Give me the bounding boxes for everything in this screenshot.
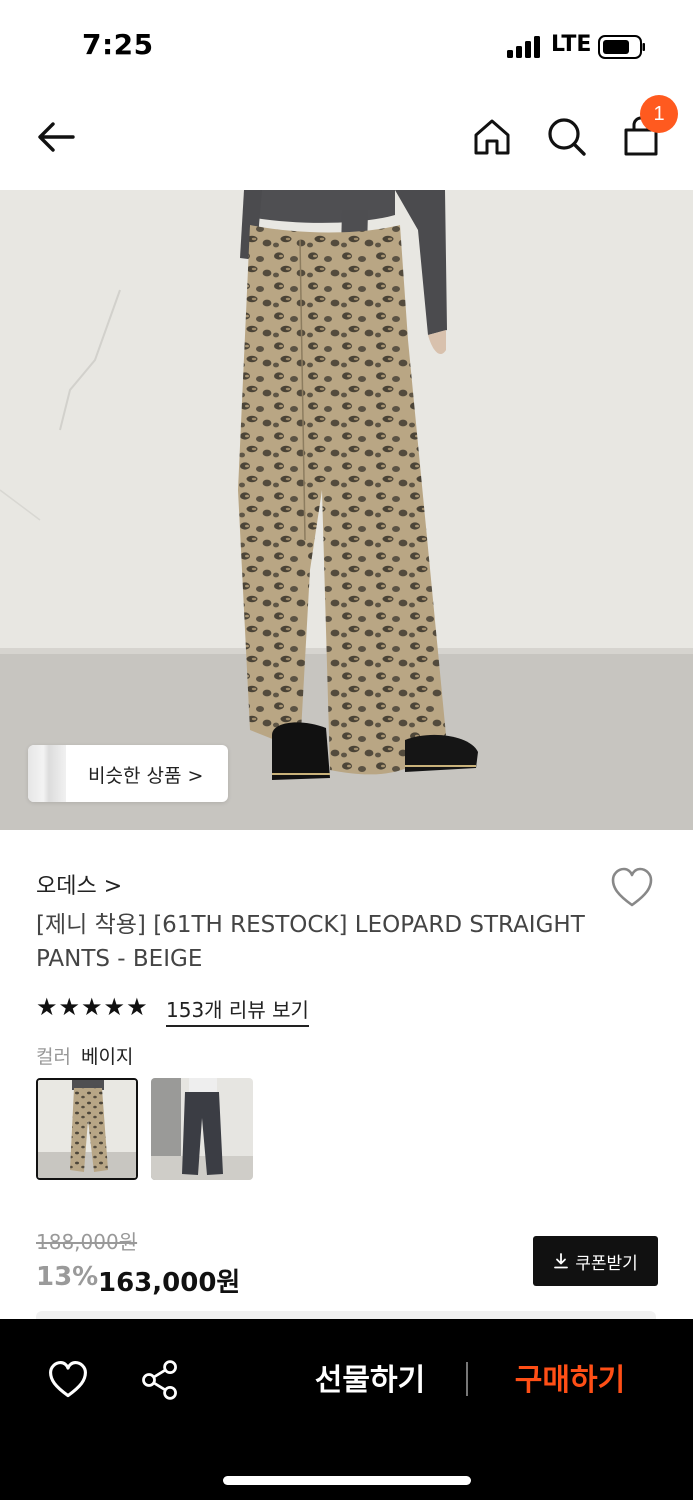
similar-products-thumbnail [28, 745, 66, 802]
network-label: LTE [551, 32, 592, 57]
discount-rate: 13% [36, 1262, 99, 1292]
status-time: 7:25 [82, 28, 154, 61]
color-key: 컬러 [36, 1046, 71, 1068]
color-swatch-charcoal[interactable] [151, 1078, 253, 1180]
reviews-link[interactable]: 153개 리뷰 보기 [166, 994, 309, 1027]
color-swatch-beige[interactable] [36, 1078, 138, 1180]
back-arrow-icon[interactable] [33, 113, 81, 161]
product-photo-illustration [0, 190, 693, 830]
get-coupon-button[interactable]: 쿠폰받기 [533, 1236, 658, 1286]
home-indicator [223, 1476, 471, 1485]
coupon-label: 쿠폰받기 [575, 1253, 638, 1274]
gift-button[interactable]: 선물하기 [290, 1358, 450, 1404]
brand-link[interactable]: 오데스 > [36, 868, 122, 900]
product-image[interactable] [0, 190, 693, 830]
battery-icon [598, 35, 645, 59]
color-value: 베이지 [80, 1046, 134, 1068]
similar-products-label: 비슷한 상품 > [88, 765, 204, 787]
rating-stars: ★★★★★ [36, 993, 149, 1021]
buy-button[interactable]: 구매하기 [490, 1358, 650, 1404]
product-title: [제니 착용] [61TH RESTOCK] LEOPARD STRAIGHT … [36, 912, 585, 972]
search-icon[interactable] [543, 113, 591, 161]
color-row: 컬러 베이지 [36, 1042, 133, 1069]
sale-price: 163,000원 [98, 1268, 241, 1298]
swatch-charcoal-image [151, 1078, 253, 1180]
similar-products-button[interactable]: 비슷한 상품 > [28, 745, 228, 802]
status-bar: 7:25 LTE [0, 0, 693, 90]
download-icon [554, 1253, 569, 1269]
wishlist-heart-icon[interactable] [46, 1358, 90, 1402]
signal-icon [507, 36, 540, 58]
action-divider [466, 1362, 468, 1396]
original-price: 188,000원 [36, 1230, 138, 1254]
next-section-peek [36, 1311, 656, 1319]
bottom-action-bar [0, 1319, 693, 1500]
cart-count-badge: 1 [640, 95, 678, 133]
heart-icon[interactable] [608, 864, 656, 912]
swatch-beige-image [38, 1080, 136, 1178]
top-nav [0, 95, 693, 185]
share-icon[interactable] [138, 1358, 182, 1402]
home-icon[interactable] [468, 113, 516, 161]
